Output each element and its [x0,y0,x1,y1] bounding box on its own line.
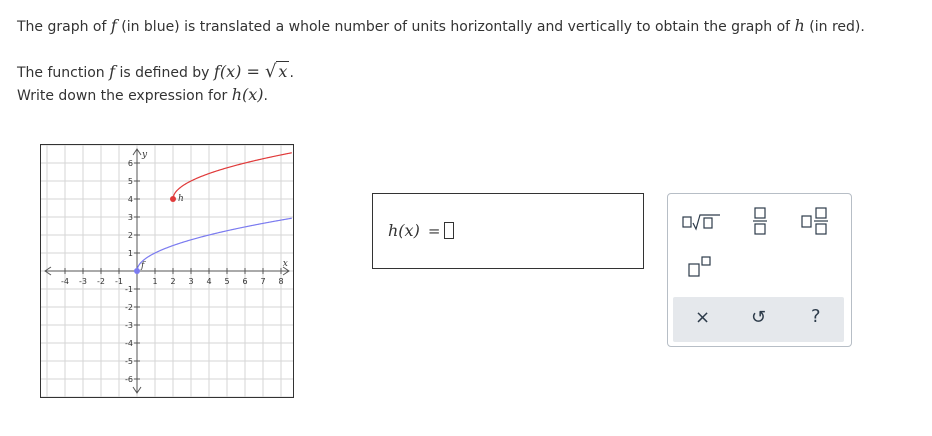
h-of-x: h(x) [231,85,264,104]
problem-line-3: Write down the expression for h(x). [17,85,268,104]
equals-sign: = [427,222,441,240]
x-axis-label: x [283,259,288,269]
x-tick-label: -2 [97,277,105,286]
y-tick-label: -6 [125,375,133,384]
x-tick-label: 8 [278,277,283,286]
graph-panel: -4 -3 -2 -1 1 2 3 4 5 6 7 8 6 5 4 3 2 1 -1 -2 -3 -4 -5 -6 x y f h [40,144,294,398]
f-curve-label: f [140,261,146,271]
exponent-template-icon [688,256,711,277]
text: is defined by [115,65,214,81]
y-tick-label: -4 [125,339,133,348]
answer-box[interactable]: h(x) = [372,193,644,269]
text: The function [17,65,110,81]
y-tick-label: 1 [128,249,133,258]
function-definition: f(x) = [213,62,265,81]
fraction-template-icon [753,207,767,235]
y-axis-label: y [141,150,148,160]
y-tick-label: -1 [125,285,133,294]
sqrt-expression: √ x [264,61,290,82]
x-tick-label: 1 [152,277,157,286]
x-tick-label: 4 [206,277,211,286]
sqrt-template-icon [682,214,720,231]
y-tick-label: 2 [128,231,133,240]
problem-line-1: The graph of f (in blue) is translated a… [17,16,865,35]
x-tick-label: -1 [115,277,123,286]
x-tick-label: 3 [188,277,193,286]
math-palette: × ↺ ? [667,193,852,347]
y-tick-label: -3 [125,321,133,330]
coordinate-plane: -4 -3 -2 -1 1 2 3 4 5 6 7 8 6 5 4 3 2 1 -1 -2 -3 -4 -5 -6 x y f h [41,145,293,397]
exponent-template-button[interactable] [688,256,714,278]
x-tick-label: 7 [260,277,265,286]
y-tick-label: 6 [128,159,133,168]
text: Write down the expression for [17,88,232,104]
palette-action-bar: × ↺ ? [673,297,844,342]
y-tick-label: 4 [128,195,133,204]
y-tick-label: -2 [125,303,133,312]
h-curve-label: h [178,194,184,204]
sqrt-radicand: x [276,61,290,81]
help-icon[interactable]: ? [811,306,821,327]
problem-line-2: The function f is defined by f(x) = √ x . [17,61,294,82]
answer-expression: h(x) = [388,221,455,240]
answer-lhs: h(x) [388,221,420,240]
text: (in blue) is translated a whole number o… [116,19,795,35]
close-icon[interactable]: × [695,307,710,328]
h-symbol: h [794,16,805,35]
fraction-template-button[interactable] [752,206,768,236]
x-tick-label: 5 [224,277,229,286]
y-tick-label: 5 [128,177,133,186]
text: . [289,65,294,81]
text: The graph of [17,19,111,35]
mixed-number-template-icon [801,207,828,235]
y-tick-label: 3 [128,213,133,222]
x-tick-label: -3 [79,277,87,286]
answer-input-box[interactable] [444,222,455,239]
x-tick-label: 6 [242,277,247,286]
undo-icon[interactable]: ↺ [751,307,766,328]
text: (in red). [804,19,865,35]
sqrt-template-button[interactable] [682,212,722,232]
y-tick-label: -5 [125,357,133,366]
f-curve [136,217,292,272]
h-curve-start-point [170,196,176,202]
mixed-number-template-button[interactable] [801,206,831,236]
x-tick-label: -4 [61,277,69,286]
x-tick-label: 2 [170,277,175,286]
text: . [263,88,268,104]
f-curve-start-point [134,268,140,274]
